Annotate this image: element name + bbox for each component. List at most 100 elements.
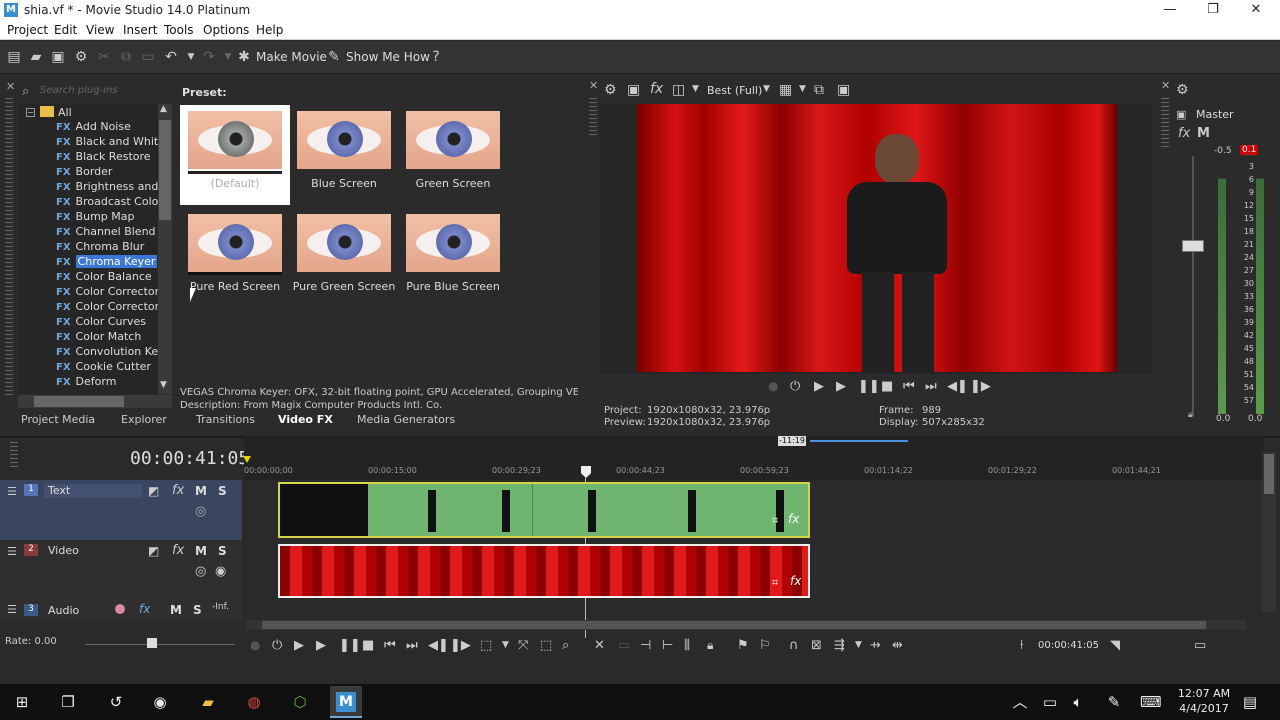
go-to-start-icon[interactable]: ⏮: [384, 638, 396, 653]
action-center-icon[interactable]: ▤: [1240, 692, 1260, 712]
redo-icon[interactable]: ↷: [201, 49, 217, 65]
scroll-up-icon[interactable]: ▲: [160, 104, 167, 114]
menu-tools[interactable]: Tools: [164, 23, 194, 37]
record-icon[interactable]: ●: [250, 638, 260, 652]
clock-date[interactable]: 4/4/2017: [1176, 702, 1232, 715]
track-motion-icon[interactable]: ◎: [195, 564, 206, 579]
play-icon[interactable]: ▶: [316, 638, 326, 653]
steam-icon[interactable]: ◉: [150, 692, 170, 712]
track-header-video[interactable]: ☰ 2 Video ◩ fx M S ◎ ◉: [0, 540, 242, 600]
selection-end-icon[interactable]: ◥: [1110, 638, 1120, 653]
track-fx-icon[interactable]: fx: [139, 602, 150, 616]
collapse-icon[interactable]: −: [26, 108, 35, 117]
track-name[interactable]: Audio: [48, 604, 79, 617]
auto-crossfade-icon[interactable]: ⊠: [811, 638, 822, 653]
stop-icon[interactable]: ■: [362, 638, 374, 653]
zoom-tool-icon[interactable]: ⌕: [562, 638, 569, 653]
solo-button[interactable]: S: [193, 603, 202, 617]
close-panel-icon[interactable]: ✕: [589, 79, 598, 92]
save-snapshot-icon[interactable]: ▣: [837, 82, 850, 98]
fader-handle[interactable]: [1182, 240, 1204, 252]
clip-fx-icon[interactable]: fx: [790, 574, 801, 588]
plugin-item[interactable]: FX Broadcast Colors: [56, 195, 158, 210]
save-icon[interactable]: ▣: [50, 49, 66, 65]
play-from-start-icon[interactable]: ▶: [294, 638, 304, 653]
close-panel-icon[interactable]: ✕: [6, 80, 15, 93]
track-motion-icon[interactable]: ◎: [195, 504, 206, 519]
tab-project-media[interactable]: Project Media: [21, 413, 95, 426]
lock-envelopes-icon[interactable]: ⇸: [870, 638, 881, 653]
timeline-hscrollbar[interactable]: [246, 620, 1246, 630]
split-screen-icon[interactable]: ◫: [672, 82, 685, 98]
pen-icon[interactable]: ✎: [1104, 692, 1124, 712]
chrome-icon[interactable]: ◍: [244, 692, 264, 712]
pan-crop-icon[interactable]: ⌗: [772, 514, 778, 528]
master-mute-icon[interactable]: M: [1197, 126, 1210, 141]
insert-marker-icon[interactable]: ⚑: [737, 638, 749, 653]
network-icon[interactable]: ▭: [1040, 692, 1060, 712]
previous-frame-icon[interactable]: ◀❚: [428, 638, 449, 653]
ignore-grouping-icon[interactable]: ⇹: [892, 638, 903, 653]
undo-dropdown-icon[interactable]: ▼: [183, 49, 199, 65]
tab-media-generators[interactable]: Media Generators: [357, 413, 455, 426]
make-movie-button[interactable]: Make Movie: [256, 50, 327, 64]
mute-button[interactable]: M: [170, 603, 182, 617]
trim-start-icon[interactable]: ⊣: [640, 638, 651, 653]
menu-help[interactable]: Help: [256, 23, 283, 37]
quality-dropdown-icon[interactable]: ▼: [763, 84, 770, 94]
cut-icon[interactable]: ✂: [96, 49, 112, 65]
master-properties-icon[interactable]: ▣: [1176, 108, 1186, 121]
tree-scrollbar[interactable]: ▲ ▼: [158, 104, 172, 394]
timeline-vscroll-thumb[interactable]: [1264, 454, 1274, 494]
video-track-clip[interactable]: ⌗ fx: [278, 544, 810, 598]
file-explorer-icon[interactable]: ▰: [198, 692, 218, 712]
track-grip-icon[interactable]: ☰: [7, 485, 17, 498]
copy-icon[interactable]: ⧉: [118, 49, 134, 65]
task-view-icon[interactable]: ❐: [58, 692, 78, 712]
split-dropdown-icon[interactable]: ▼: [692, 84, 699, 94]
plugin-item[interactable]: FX Channel Blend: [56, 225, 158, 240]
selection-tool-icon[interactable]: ⬚: [540, 638, 552, 653]
grid-dropdown-icon[interactable]: ▼: [799, 84, 806, 94]
preset-blue-screen[interactable]: Blue Screen: [289, 105, 399, 205]
solo-button[interactable]: S: [218, 484, 227, 498]
plugin-item[interactable]: FX Black and White: [56, 135, 158, 150]
plugin-item[interactable]: FX Color Corrector: [56, 285, 158, 300]
preview-settings-gear-icon[interactable]: ⚙: [604, 82, 617, 98]
loop-icon[interactable]: ⏻: [272, 638, 282, 653]
preset-pure-green-screen[interactable]: Pure Green Screen: [289, 208, 399, 308]
go-to-end-icon[interactable]: ⏭: [925, 379, 937, 394]
solo-button[interactable]: S: [218, 544, 227, 558]
search-input[interactable]: Search plug-ins: [40, 85, 160, 96]
plugin-item[interactable]: FX Border: [56, 165, 158, 180]
preview-quality-select[interactable]: Best (Full): [707, 84, 762, 97]
track-grip-icon[interactable]: ☰: [7, 545, 17, 558]
app-icon-green[interactable]: ⬡: [290, 692, 310, 712]
new-file-icon[interactable]: ▤: [6, 49, 22, 65]
tab-video-fx[interactable]: Video FX: [278, 413, 333, 426]
ripple-edit-icon[interactable]: ⇶: [834, 638, 845, 653]
menu-project[interactable]: Project: [7, 23, 48, 37]
help-icon[interactable]: ?: [428, 49, 444, 65]
plugin-item[interactable]: FX Chroma Keyer: [56, 255, 158, 270]
show-hidden-icons-icon[interactable]: ︿: [1010, 692, 1030, 712]
lock-icon[interactable]: 🔒︎: [707, 638, 713, 653]
plugin-item[interactable]: FX Brightness and Co: [56, 180, 158, 195]
stop-icon[interactable]: ■: [881, 379, 893, 394]
plugin-item[interactable]: FX Bump Map: [56, 210, 158, 225]
normal-edit-tool-icon[interactable]: ⬚: [480, 638, 492, 653]
plugin-item[interactable]: FX Cookie Cutter: [56, 360, 158, 375]
plugin-item[interactable]: FX Color Curves: [56, 315, 158, 330]
insert-region-icon[interactable]: ⚐: [759, 638, 771, 653]
previous-frame-icon[interactable]: ◀❚: [947, 379, 968, 394]
menu-insert[interactable]: Insert: [123, 23, 157, 37]
mute-button[interactable]: M: [195, 544, 207, 558]
settings-gear-icon[interactable]: ⚙: [73, 49, 89, 65]
tree-root[interactable]: All: [58, 106, 72, 119]
restore-button[interactable]: ❐: [1203, 2, 1223, 17]
go-to-start-icon[interactable]: ⏮: [903, 379, 915, 394]
lock-icon[interactable]: 🔒︎: [1188, 410, 1193, 420]
timeline-vscrollbar[interactable]: [1262, 452, 1276, 612]
track-grip-icon[interactable]: ☰: [7, 603, 17, 616]
rate-slider-handle[interactable]: [147, 638, 157, 648]
